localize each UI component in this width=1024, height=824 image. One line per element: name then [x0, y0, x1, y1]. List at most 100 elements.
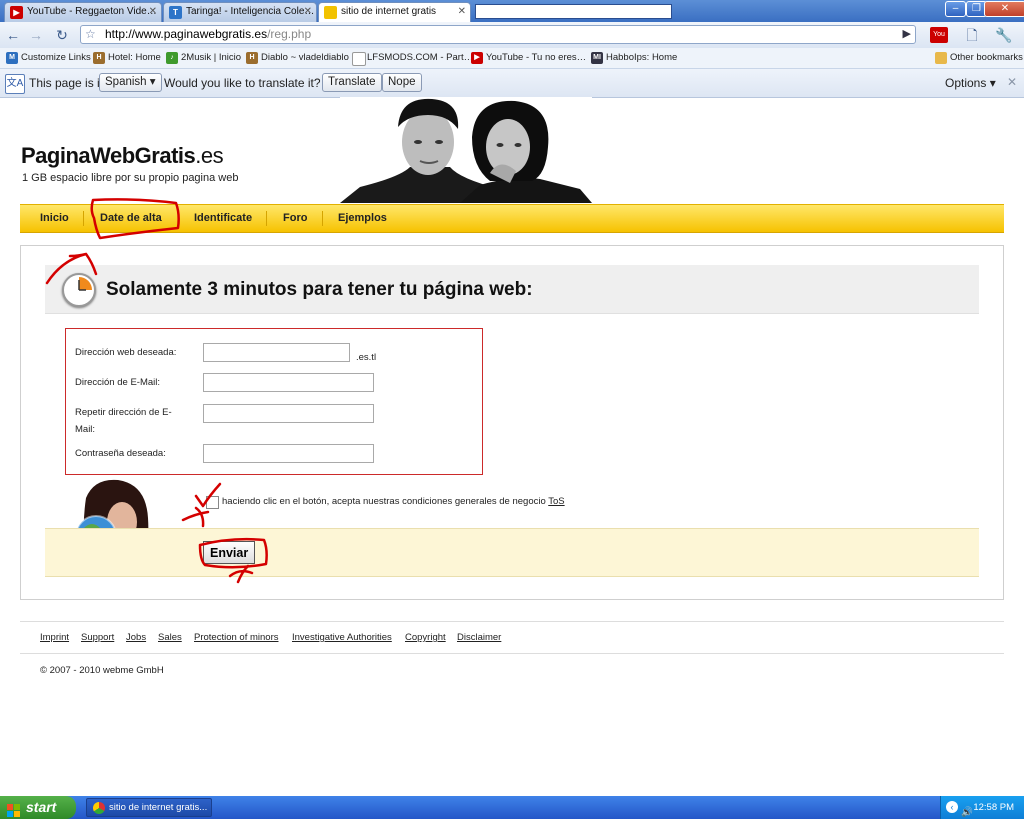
bookmark-youtube[interactable]: ▶ YouTube - Tu no eres… [471, 51, 586, 65]
new-tab-box[interactable] [475, 4, 672, 19]
go-icon[interactable]: ▶ [903, 26, 911, 43]
site-tagline: 1 GB espacio libre por su propio pagina … [22, 172, 239, 184]
system-tray: ‹ 🔊 12:58 PM [940, 796, 1024, 819]
translate-icon: 文A [5, 74, 25, 94]
repeat-email-label-1: Repetir dirección de E- [75, 407, 172, 418]
folder-icon [935, 52, 947, 64]
language-select[interactable]: Spanish ▾ [99, 73, 162, 92]
footer-divider [20, 621, 1004, 622]
page-icon [352, 52, 366, 66]
submit-band [45, 528, 979, 577]
translate-prefix: This page is in [29, 76, 107, 90]
footer-link-investigative-authorities[interactable]: Investigative Authorities [292, 632, 392, 643]
bookmark-customize-links[interactable]: M Customize Links [6, 51, 91, 65]
footer-divider [20, 653, 1004, 654]
url-path: /reg.php [267, 27, 312, 41]
enviar-button[interactable]: Enviar [203, 541, 256, 564]
youtube-icon: ▶ [471, 52, 483, 64]
footer-link-disclaimer[interactable]: Disclaimer [457, 632, 501, 643]
youtube-icon: ▶ [10, 6, 23, 19]
password-input[interactable] [203, 444, 374, 463]
bookmark-diablo[interactable]: H Diablo ~ vladeldiablo [246, 51, 349, 65]
tab-title: Taringa! - Inteligencia Cole… [186, 6, 315, 17]
youtube-icon[interactable]: You [930, 27, 948, 43]
footer-link-jobs[interactable]: Jobs [126, 632, 146, 643]
terms-checkbox[interactable] [206, 496, 219, 509]
page-title: Solamente 3 minutos para tener tu página… [106, 279, 533, 300]
windows-logo-icon [7, 801, 21, 817]
tab-sitio[interactable]: sitio de internet gratis ✕ [318, 2, 471, 22]
close-icon[interactable]: ✕ [1007, 75, 1017, 89]
taskbar-item-browser[interactable]: sitio de internet gratis... [86, 798, 212, 817]
tab-taringa[interactable]: T Taringa! - Inteligencia Cole… ✕ [163, 2, 317, 22]
forward-arrow-icon[interactable]: → [26, 25, 46, 45]
url-host: http://www.paginawebgratis.es [105, 27, 268, 41]
close-icon[interactable]: ✕ [149, 3, 157, 21]
minimize-icon[interactable]: – [945, 1, 966, 17]
footer-link-protection-of-minors[interactable]: Protection of minors [194, 632, 278, 643]
nav-ejemplos[interactable]: Ejemplos [338, 212, 387, 224]
taringa-icon: T [169, 6, 182, 19]
other-bookmarks[interactable]: Other bookmarks [935, 51, 1023, 65]
repeat-email-label-2: Mail: [75, 424, 96, 435]
habbo-icon: H [93, 52, 105, 64]
nav-inicio[interactable]: Inicio [40, 212, 69, 224]
bookmark-2musik[interactable]: ♪ 2Musik | Inicio [166, 51, 241, 65]
wrench-icon[interactable]: 🔧 [994, 25, 1014, 45]
browser-toolbar: ← → ↻ ☆ http://www.paginawebgratis.es/re… [0, 22, 1024, 48]
footer-link-support[interactable]: Support [81, 632, 114, 643]
bookmarks-bar: M Customize Links H Hotel: Home ♪ 2Musik | … [0, 48, 1024, 69]
bookmark-hotel-home[interactable]: H Hotel: Home [93, 51, 161, 65]
bookmark-lfsmods[interactable]: LFSMODS.COM - Part… [352, 51, 473, 66]
back-arrow-icon[interactable]: ← [3, 25, 23, 45]
mi-icon: MI [591, 52, 603, 64]
start-button[interactable]: start [0, 796, 76, 819]
translate-button[interactable]: Translate [322, 73, 382, 92]
reload-icon[interactable]: ↻ [52, 25, 72, 45]
footer-link-imprint[interactable]: Imprint [40, 632, 69, 643]
site-logo[interactable]: PaginaWebGratis.es [21, 143, 224, 169]
hero-photo [340, 97, 592, 203]
chevron-down-icon: ▾ [989, 76, 996, 90]
nav-foro[interactable]: Foro [283, 212, 307, 224]
email-label: Dirección de E-Mail: [75, 377, 160, 388]
page-menu-icon[interactable]: 🗋 [962, 25, 982, 45]
music-icon: ♪ [166, 52, 178, 64]
close-icon[interactable]: ✕ [304, 3, 312, 21]
nav-date-de-alta[interactable]: Date de alta [100, 212, 162, 224]
footer-link-sales[interactable]: Sales [158, 632, 182, 643]
star-icon[interactable]: ☆ [85, 26, 96, 43]
nav-identificate[interactable]: Identificate [194, 212, 252, 224]
tab-strip: ▶ YouTube - Reggaeton Vide… ✕ T Taringa!… [0, 0, 1024, 22]
tab-youtube[interactable]: ▶ YouTube - Reggaeton Vide… ✕ [4, 2, 162, 22]
web-address-label: Dirección web deseada: [75, 347, 177, 358]
page-icon [324, 6, 337, 19]
close-icon[interactable]: ✕ [458, 3, 466, 21]
chevron-down-icon: ▾ [149, 76, 156, 88]
nope-button[interactable]: Nope [382, 73, 422, 92]
volume-icon[interactable]: 🔊 [961, 801, 973, 818]
close-window-icon[interactable]: ✕ [984, 1, 1024, 17]
footer-link-copyright[interactable]: Copyright [405, 632, 446, 643]
domain-suffix: .es.tl [356, 352, 377, 363]
tos-link[interactable]: ToS [548, 496, 564, 507]
tab-title: sitio de internet gratis [341, 6, 437, 17]
translate-question: Would you like to translate it? [164, 76, 321, 90]
address-bar[interactable]: ☆ http://www.paginawebgratis.es/reg.php … [80, 25, 916, 44]
clock-text: 12:58 PM [973, 802, 1014, 813]
main-nav: Inicio Date de alta Identificate Foro Ej… [20, 204, 1004, 233]
copyright-text: © 2007 - 2010 webme GmbH [40, 665, 164, 676]
terms-text: haciendo clic en el botón, acepta nuestr… [222, 496, 565, 507]
chevron-left-icon[interactable]: ‹ [946, 801, 958, 813]
chrome-icon [93, 802, 105, 814]
options-menu[interactable]: Options ▾ [945, 76, 996, 90]
bookmark-habboips[interactable]: MI HabboIps: Home [591, 51, 677, 65]
m-icon: M [6, 52, 18, 64]
email-input[interactable] [203, 373, 374, 392]
password-label: Contraseña deseada: [75, 448, 166, 459]
repeat-email-input[interactable] [203, 404, 374, 423]
clock-icon [62, 273, 96, 307]
translate-bar: 文A This page is in Spanish ▾ Would you l… [0, 69, 1024, 98]
web-address-input[interactable] [203, 343, 350, 362]
tab-title: YouTube - Reggaeton Vide… [27, 6, 157, 17]
